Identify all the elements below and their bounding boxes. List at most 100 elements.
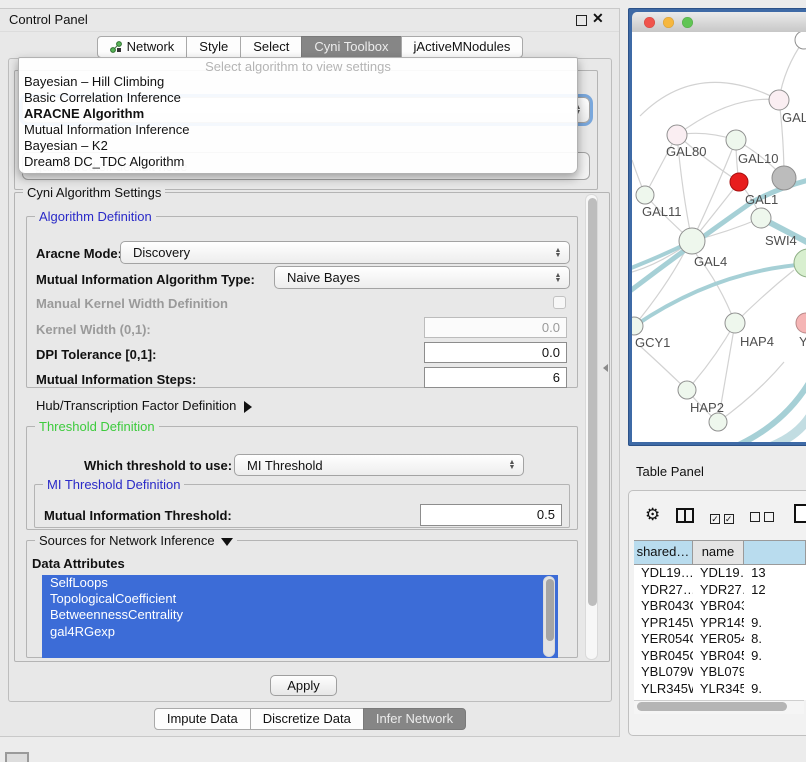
node-gal80[interactable] — [667, 125, 687, 145]
table-horizontal-scrollbar-thumb[interactable] — [637, 702, 787, 711]
network-edge[interactable] — [735, 270, 794, 323]
network-edge[interactable] — [677, 99, 779, 135]
tab-network[interactable]: Network — [97, 36, 188, 58]
settings-scrollbar[interactable] — [585, 194, 598, 660]
node-swi4[interactable] — [751, 208, 771, 228]
table-cell: YBR045C — [634, 648, 693, 665]
table-row[interactable]: YBR045CYBR045C9. — [634, 648, 806, 665]
dropdown-item-aracne-algorithm[interactable]: ARACNE Algorithm — [19, 106, 577, 122]
float-window-icon[interactable] — [576, 15, 587, 26]
node-label-gal4: GAL4 — [694, 254, 727, 269]
dropdown-item-dream8-dc-tdc-algorithm[interactable]: Dream8 DC_TDC Algorithm — [19, 154, 577, 170]
sources-group-title[interactable]: Sources for Network Inference — [35, 533, 237, 548]
apply-button[interactable]: Apply — [270, 675, 337, 696]
algorithm-definition-title: Algorithm Definition — [35, 209, 156, 224]
attribute-item-betweennesscentrality[interactable]: BetweennessCentrality — [42, 607, 558, 623]
which-threshold-combobox[interactable]: MI Threshold ▲▼ — [234, 454, 524, 476]
splitter-handle[interactable] — [603, 364, 608, 372]
tab-style[interactable]: Style — [186, 36, 241, 58]
table-cell: YPR145W — [693, 615, 744, 632]
node-y[interactable] — [796, 313, 806, 333]
close-traffic-light-icon[interactable] — [644, 17, 655, 28]
mi-type-label: Mutual Information Algorithm Type: — [36, 272, 255, 287]
node-gal1[interactable] — [730, 173, 748, 191]
table-cell: YDL19… — [693, 565, 744, 582]
hub-definition-toggle[interactable]: Hub/Transcription Factor Definition — [36, 398, 252, 413]
dropdown-item-bayesian-hill-climbing[interactable]: Bayesian – Hill Climbing — [19, 74, 577, 90]
table-row[interactable]: YBR043CYBR043C — [634, 598, 806, 615]
node-partial[interactable] — [772, 166, 796, 190]
tab-jactivemnodules[interactable]: jActiveMNodules — [401, 36, 524, 58]
column-header-name[interactable]: name — [693, 541, 744, 564]
network-edge[interactable] — [687, 323, 735, 390]
tab-cyni-toolbox[interactable]: Cyni Toolbox — [301, 36, 401, 58]
close-icon[interactable]: ✕ — [592, 10, 604, 27]
node-label-hap4: HAP4 — [740, 334, 774, 349]
network-edge[interactable] — [632, 264, 806, 332]
node-hap4[interactable] — [725, 313, 745, 333]
table-row[interactable]: YBL079WYBL079W — [634, 664, 806, 681]
aracne-mode-combobox[interactable]: Discovery ▲▼ — [120, 241, 570, 264]
table-row[interactable]: YDL19…YDL19…13 — [634, 565, 806, 582]
table-row[interactable]: YPR145WYPR145W9. — [634, 615, 806, 632]
gear-icon[interactable]: ⚙ — [645, 505, 660, 525]
manual-kernel-checkbox[interactable] — [553, 296, 566, 309]
node-partial[interactable] — [709, 413, 727, 431]
table-cell: YBL079W — [634, 664, 693, 681]
tab-discretize-data[interactable]: Discretize Data — [250, 708, 364, 730]
minimized-panel-icon[interactable] — [5, 752, 29, 762]
table-row[interactable]: YDR27…YDR27…12 — [634, 582, 806, 599]
node-partial[interactable] — [794, 249, 806, 277]
node-gal4[interactable] — [679, 228, 705, 254]
node-hap2[interactable] — [678, 381, 696, 399]
attribute-item-topologicalcoefficient[interactable]: TopologicalCoefficient — [42, 591, 558, 607]
column-header-unnamed[interactable] — [744, 541, 806, 564]
attribute-item-gal4rgexp[interactable]: gal4RGexp — [42, 624, 558, 640]
table-cell: YPR145W — [634, 615, 693, 632]
network-edge[interactable] — [640, 346, 687, 390]
dropdown-item-bayesian-k2[interactable]: Bayesian – K2 — [19, 138, 577, 154]
tab-label: Discretize Data — [263, 709, 351, 729]
network-edge[interactable] — [718, 362, 784, 422]
table-cell — [744, 598, 806, 615]
hide-columns-icon[interactable] — [750, 510, 774, 525]
dpi-tolerance-label: DPI Tolerance [0,1]: — [36, 347, 156, 362]
document-icon[interactable] — [794, 504, 806, 523]
node-gal10[interactable] — [726, 130, 746, 150]
dropdown-item-basic-correlation-inference[interactable]: Basic Correlation Inference — [19, 90, 577, 106]
tab-label: Cyni Toolbox — [314, 37, 388, 57]
column-header-shared[interactable]: shared… — [634, 541, 693, 564]
network-window-titlebar[interactable] — [632, 12, 806, 32]
node-label-gcy1: GCY1 — [635, 335, 670, 350]
node-partial[interactable] — [795, 32, 806, 49]
network-canvas[interactable]: GALGAL80GAL10GAL1GAL11SWI4GAL4GCY1HAP4YH… — [632, 32, 806, 442]
attributes-scrollbar-thumb[interactable] — [546, 579, 554, 641]
expanded-arrow-icon — [221, 538, 233, 546]
data-attributes-list[interactable]: SelfLoopsTopologicalCoefficientBetweenne… — [42, 575, 558, 658]
threshold-definition-title: Threshold Definition — [35, 419, 159, 434]
show-columns-icon[interactable]: ✓ ✓ — [710, 510, 734, 525]
settings-scrollbar-thumb[interactable] — [588, 198, 597, 606]
control-panel-titlebar: Control Panel — [0, 8, 619, 32]
tab-infer-network[interactable]: Infer Network — [363, 708, 466, 730]
tab-select[interactable]: Select — [240, 36, 302, 58]
tab-impute-data[interactable]: Impute Data — [154, 708, 251, 730]
attributes-scrollbar[interactable] — [543, 576, 555, 657]
node-gal[interactable] — [769, 90, 789, 110]
algorithm-dropdown-popup: Select algorithm to view settings Bayesi… — [18, 57, 578, 174]
dropdown-item-mutual-information-inference[interactable]: Mutual Information Inference — [19, 122, 577, 138]
kernel-width-input[interactable]: 0.0 — [424, 317, 567, 338]
table-row[interactable]: YER054CYER054C8. — [634, 631, 806, 648]
node-gal11[interactable] — [636, 186, 654, 204]
table-cell: YDL19… — [634, 565, 693, 582]
dpi-tolerance-input[interactable]: 0.0 — [424, 342, 567, 363]
mi-type-combobox[interactable]: Naive Bayes ▲▼ — [274, 266, 570, 289]
minimize-traffic-light-icon[interactable] — [663, 17, 674, 28]
table-row[interactable]: YLR345WYLR345W9. — [634, 681, 806, 698]
split-panel-icon[interactable] — [676, 508, 694, 523]
node-label-gal: GAL — [782, 110, 806, 125]
zoom-traffic-light-icon[interactable] — [682, 17, 693, 28]
mi-threshold-input[interactable]: 0.5 — [420, 504, 562, 526]
attribute-item-selfloops[interactable]: SelfLoops — [42, 575, 558, 591]
mi-steps-input[interactable]: 6 — [424, 367, 567, 388]
